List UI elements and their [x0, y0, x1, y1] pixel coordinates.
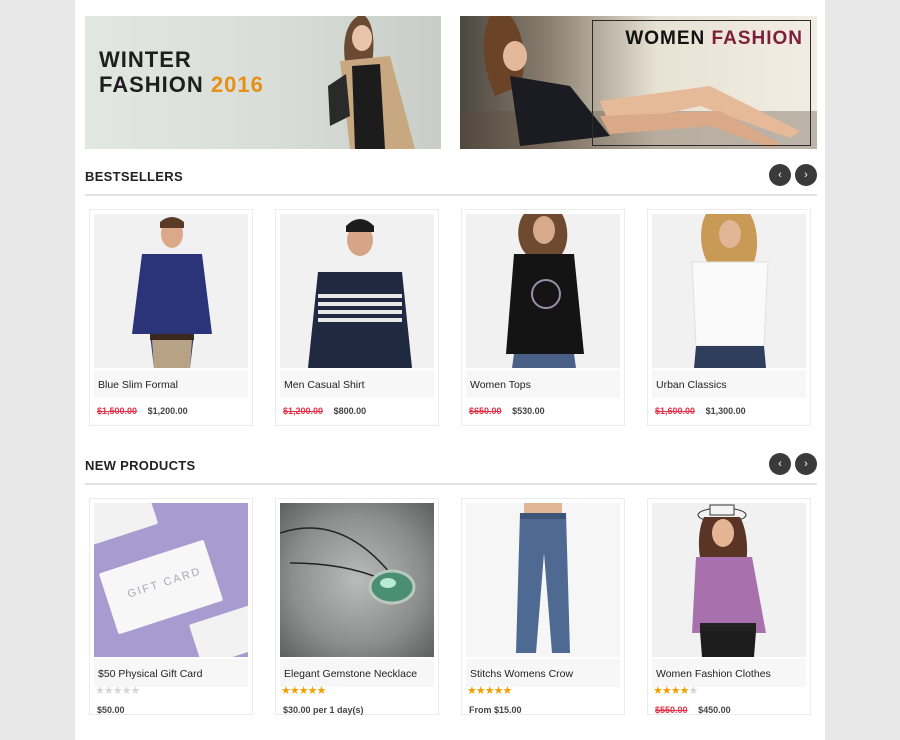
old-price: $1,600.00 — [655, 406, 696, 416]
old-price: $550.00 — [655, 705, 688, 715]
old-price: $650.00 — [469, 406, 502, 416]
current-price: From $15.00 — [469, 705, 522, 715]
carousel-prev-button[interactable]: ‹ — [769, 164, 791, 186]
product-name-bar: Women Tops — [466, 370, 620, 398]
current-price: $1,200.00 — [147, 406, 188, 416]
price-row: $1,200.00 $800.00 — [283, 406, 366, 416]
rating-stars: ★★★★★ — [281, 685, 326, 697]
product-name-bar: Blue Slim Formal — [94, 370, 248, 398]
model-image — [328, 16, 415, 149]
product-card[interactable]: Blue Slim Formal $1,500.00 $1,200.00 — [89, 209, 253, 426]
price-row: $550.00 $450.00 — [655, 705, 731, 715]
product-image[interactable] — [94, 214, 248, 368]
price-row: $30.00 per 1 day(s) — [283, 705, 364, 715]
product-name[interactable]: Elegant Gemstone Necklace — [284, 668, 417, 680]
banner-year: 2016 — [210, 72, 264, 97]
current-price: $450.00 — [698, 705, 731, 715]
price-row: $1,500.00 $1,200.00 — [97, 406, 188, 416]
product-card[interactable]: Elegant Gemstone Necklace ★★★★★ $30.00 p… — [275, 498, 439, 715]
man-striped-shirt-image — [308, 219, 412, 368]
jeans-image — [516, 503, 570, 653]
product-card[interactable]: Women Tops $650.00 $530.00 — [461, 209, 625, 426]
product-card[interactable]: GIFT CARD $50 Physical Gift Card ★★★★★ $… — [89, 498, 253, 715]
section-title: NEW PRODUCTS — [85, 458, 196, 473]
product-name-bar: Men Casual Shirt — [280, 370, 434, 398]
carousel-next-button[interactable]: › — [795, 453, 817, 475]
price-row: $1,600.00 $1,300.00 — [655, 406, 746, 416]
carousel-next-button[interactable]: › — [795, 164, 817, 186]
product-card[interactable]: Men Casual Shirt $1,200.00 $800.00 — [275, 209, 439, 426]
old-price: $1,500.00 — [97, 406, 138, 416]
rating-stars: ★★★★★ — [467, 685, 512, 697]
section-title: BESTSELLERS — [85, 169, 183, 184]
product-image[interactable]: GIFT CARD — [94, 503, 248, 657]
current-price: $530.00 — [512, 406, 545, 416]
product-name[interactable]: Women Tops — [470, 379, 531, 391]
necklace-image — [280, 527, 416, 605]
product-image[interactable] — [466, 214, 620, 368]
woman-purple-blouse-image — [692, 504, 766, 657]
carousel-prev-button[interactable]: ‹ — [769, 453, 791, 475]
current-price: $50.00 — [97, 705, 125, 715]
man-formal-image — [132, 217, 212, 368]
banner-title-line1: WINTER — [99, 47, 192, 72]
product-name[interactable]: Men Casual Shirt — [284, 379, 365, 391]
current-price: $1,300.00 — [705, 406, 746, 416]
product-name-bar: Stitchs Womens Crow — [466, 659, 620, 687]
product-name[interactable]: Blue Slim Formal — [98, 379, 178, 391]
women-fashion-banner[interactable]: WOMEN FASHION — [460, 16, 817, 149]
product-image[interactable] — [652, 503, 806, 657]
product-name-bar: $50 Physical Gift Card — [94, 659, 248, 687]
product-image[interactable] — [652, 214, 806, 368]
product-card[interactable]: Stitchs Womens Crow ★★★★★ From $15.00 — [461, 498, 625, 715]
product-name[interactable]: Women Fashion Clothes — [656, 668, 771, 680]
price-row: From $15.00 — [469, 705, 522, 715]
product-card[interactable]: Women Fashion Clothes ★★★★★ $550.00 $450… — [647, 498, 811, 715]
rating-stars: ★★★★★ — [653, 685, 698, 697]
banner-title: WOMEN FASHION — [625, 28, 803, 49]
product-card[interactable]: Urban Classics $1,600.00 $1,300.00 — [647, 209, 811, 426]
product-name-bar: Elegant Gemstone Necklace — [280, 659, 434, 687]
bestsellers-header: BESTSELLERS ‹ › — [85, 164, 817, 196]
product-name[interactable]: Urban Classics — [656, 379, 727, 391]
current-price: $30.00 per 1 day(s) — [283, 705, 364, 715]
product-name-bar: Women Fashion Clothes — [652, 659, 806, 687]
woman-white-tee-image — [691, 214, 769, 368]
price-row: $50.00 — [97, 705, 125, 715]
product-image[interactable] — [280, 214, 434, 368]
product-name-bar: Urban Classics — [652, 370, 806, 398]
winter-fashion-banner[interactable]: WINTER FASHION 2016 — [85, 16, 441, 149]
rating-stars: ★★★★★ — [95, 685, 140, 697]
product-image[interactable] — [466, 503, 620, 657]
product-image[interactable] — [280, 503, 434, 657]
product-name[interactable]: Stitchs Womens Crow — [470, 668, 573, 680]
banner-title-line2: FASHION 2016 — [99, 72, 264, 97]
old-price: $1,200.00 — [283, 406, 324, 416]
woman-top-image — [506, 214, 584, 368]
price-row: $650.00 $530.00 — [469, 406, 545, 416]
page-container: WINTER FASHION 2016 WOMEN FASHION BESTSE… — [75, 0, 825, 740]
new-products-header: NEW PRODUCTS ‹ › — [85, 453, 817, 485]
product-name[interactable]: $50 Physical Gift Card — [98, 668, 202, 680]
current-price: $800.00 — [333, 406, 367, 416]
